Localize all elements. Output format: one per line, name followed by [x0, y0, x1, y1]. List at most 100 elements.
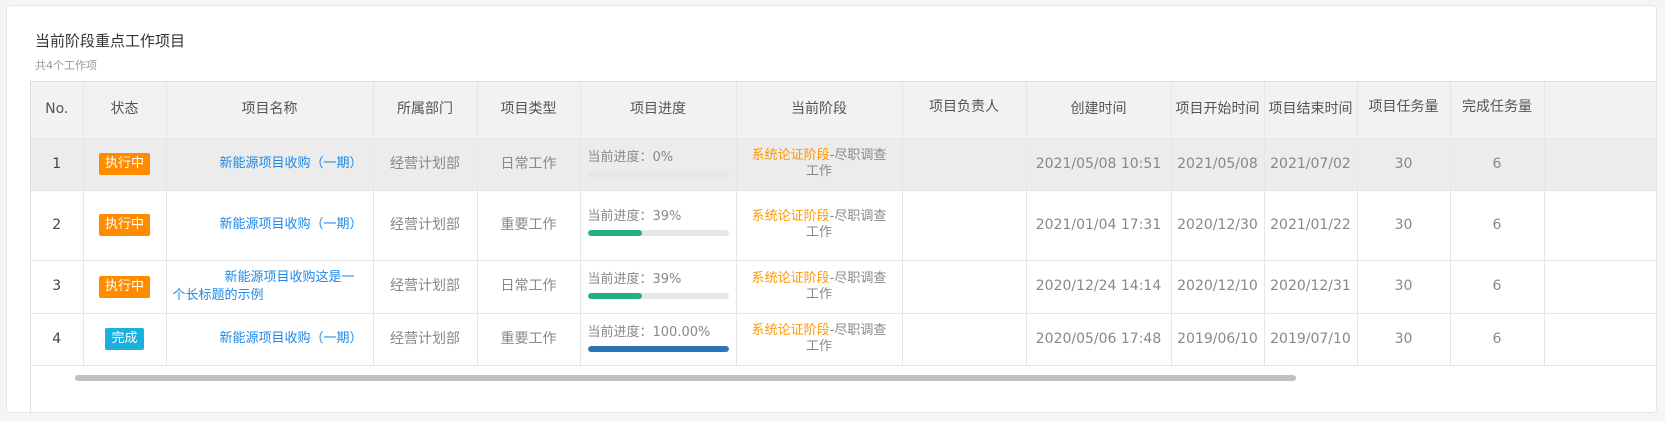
progress-prefix: 当前进度： — [587, 271, 653, 287]
progress-text: 当前进度：100.00% — [588, 324, 728, 342]
cell-dept: 经营计划部 — [373, 260, 478, 314]
header-status: 状态 — [83, 82, 167, 139]
progress-value: 0% — [652, 149, 674, 165]
cell-type: 日常工作 — [477, 138, 581, 191]
stage-main: 系统论证阶段 — [751, 323, 830, 338]
cell-stage: 系统论证阶段-尽职调查工作 — [736, 138, 903, 191]
cell-owner — [902, 138, 1027, 191]
progress-bar — [587, 170, 729, 177]
cell-done: 6 — [1450, 190, 1545, 261]
cell-progress: 当前进度：39% — [580, 260, 737, 314]
table-row[interactable]: 1 执行中 新能源项目收购（一期） 经营计划部 日常工作 当前进度：0% 系统论… — [31, 138, 1656, 191]
cell-no: 1 — [31, 138, 84, 191]
progress-fill — [587, 229, 643, 236]
cell-end: 2021/01/22 — [1264, 190, 1358, 261]
table-container[interactable]: No. 状态 项目名称 所属部门 项目类型 项目进度 当前阶段 项目负责人 创建… — [30, 81, 1656, 412]
cell-progress: 当前进度：100.00% — [580, 313, 737, 366]
progress-bar — [587, 345, 729, 352]
stage-main: 系统论证阶段 — [751, 148, 830, 163]
cell-type: 重要工作 — [477, 190, 581, 261]
progress-prefix: 当前进度： — [587, 208, 653, 224]
header-no: No. — [31, 82, 84, 139]
progress-prefix: 当前进度： — [587, 149, 653, 165]
status-badge: 执行中 — [98, 275, 150, 298]
status-badge: 完成 — [105, 328, 144, 350]
table-row[interactable]: 3 执行中 新能源项目收购这是一个长标题的示例 经营计划部 日常工作 当前进度：… — [31, 260, 1656, 314]
cell-created: 2020/05/06 17:48 — [1026, 313, 1172, 366]
cell-overflow — [1544, 190, 1656, 261]
header-stage: 当前阶段 — [736, 82, 903, 139]
header-tasks: 项目任务量 — [1357, 82, 1451, 139]
cell-created: 2020/12/24 14:14 — [1026, 260, 1172, 314]
header-start: 项目开始时间 — [1171, 82, 1265, 139]
cell-created: 2021/01/04 17:31 — [1026, 190, 1172, 261]
progress-bar — [587, 292, 729, 299]
cell-owner — [902, 313, 1027, 366]
cell-tasks: 30 — [1357, 138, 1451, 191]
stage-main: 系统论证阶段 — [751, 209, 830, 224]
cell-name: 新能源项目收购这是一个长标题的示例 — [166, 260, 374, 314]
cell-overflow — [1544, 313, 1656, 366]
progress-text: 当前进度：39% — [588, 208, 728, 226]
header-name: 项目名称 — [166, 82, 374, 139]
status-badge: 执行中 — [98, 214, 150, 236]
project-name-link[interactable]: 新能源项目收购这是一个长标题的示例 — [173, 269, 359, 305]
cell-end: 2020/12/31 — [1264, 260, 1358, 314]
table-empty-space — [31, 365, 1656, 412]
cell-start: 2019/06/10 — [1171, 313, 1265, 366]
progress-value: 39% — [652, 271, 682, 287]
status-badge: 执行中 — [98, 153, 150, 175]
panel-title: 当前阶段重点工作项目 — [35, 32, 186, 50]
cell-no: 2 — [31, 190, 84, 261]
cell-start: 2020/12/30 — [1171, 190, 1265, 261]
cell-end: 2021/07/02 — [1264, 138, 1358, 191]
progress-prefix: 当前进度： — [587, 324, 653, 340]
horizontal-scrollbar-thumb[interactable] — [75, 375, 1296, 381]
cell-no: 4 — [31, 313, 84, 366]
cell-stage: 系统论证阶段-尽职调查工作 — [736, 260, 903, 314]
cell-done: 6 — [1450, 260, 1545, 314]
cell-done: 6 — [1450, 138, 1545, 191]
header-overflow — [1544, 82, 1656, 139]
cell-overflow — [1544, 138, 1656, 191]
cell-type: 重要工作 — [477, 313, 581, 366]
cell-no: 3 — [31, 260, 84, 314]
progress-bar — [587, 229, 729, 236]
cell-tasks: 30 — [1357, 313, 1451, 366]
cell-dept: 经营计划部 — [373, 138, 478, 191]
header-progress: 项目进度 — [580, 82, 737, 139]
cell-type: 日常工作 — [477, 260, 581, 314]
cell-status: 执行中 — [83, 260, 167, 314]
table-row[interactable]: 2 执行中 新能源项目收购（一期） 经营计划部 重要工作 当前进度：39% 系统… — [31, 190, 1656, 261]
table-row[interactable]: 4 完成 新能源项目收购（一期） 经营计划部 重要工作 当前进度：100.00%… — [31, 313, 1656, 366]
project-name-link[interactable]: 新能源项目收购（一期） — [219, 331, 362, 346]
cell-status: 执行中 — [83, 190, 167, 261]
cell-stage: 系统论证阶段-尽职调查工作 — [736, 190, 903, 261]
work-items-table: No. 状态 项目名称 所属部门 项目类型 项目进度 当前阶段 项目负责人 创建… — [31, 82, 1656, 412]
cell-done: 6 — [1450, 313, 1545, 366]
cell-owner — [902, 260, 1027, 314]
cell-owner — [902, 190, 1027, 261]
cell-end: 2019/07/10 — [1264, 313, 1358, 366]
project-name-link[interactable]: 新能源项目收购（一期） — [219, 156, 362, 171]
project-name-link[interactable]: 新能源项目收购（一期） — [219, 217, 362, 232]
stage-main: 系统论证阶段 — [751, 270, 830, 286]
cell-tasks: 30 — [1357, 260, 1451, 314]
header-end: 项目结束时间 — [1264, 82, 1358, 139]
table-header-row: No. 状态 项目名称 所属部门 项目类型 项目进度 当前阶段 项目负责人 创建… — [31, 82, 1656, 139]
cell-progress: 当前进度：39% — [580, 190, 737, 261]
cell-start: 2020/12/10 — [1171, 260, 1265, 314]
cell-status: 执行中 — [83, 138, 167, 191]
header-dept: 所属部门 — [373, 82, 478, 139]
cell-name: 新能源项目收购（一期） — [166, 190, 374, 261]
cell-stage: 系统论证阶段-尽职调查工作 — [736, 313, 903, 366]
cell-name: 新能源项目收购（一期） — [166, 138, 374, 191]
cell-overflow — [1544, 260, 1656, 314]
progress-value: 39% — [652, 208, 682, 224]
cell-status: 完成 — [83, 313, 167, 366]
cell-progress: 当前进度：0% — [580, 138, 737, 191]
cell-tasks: 30 — [1357, 190, 1451, 261]
progress-text: 当前进度：39% — [588, 271, 728, 289]
cell-created: 2021/05/08 10:51 — [1026, 138, 1172, 191]
header-owner: 项目负责人 — [902, 82, 1027, 139]
